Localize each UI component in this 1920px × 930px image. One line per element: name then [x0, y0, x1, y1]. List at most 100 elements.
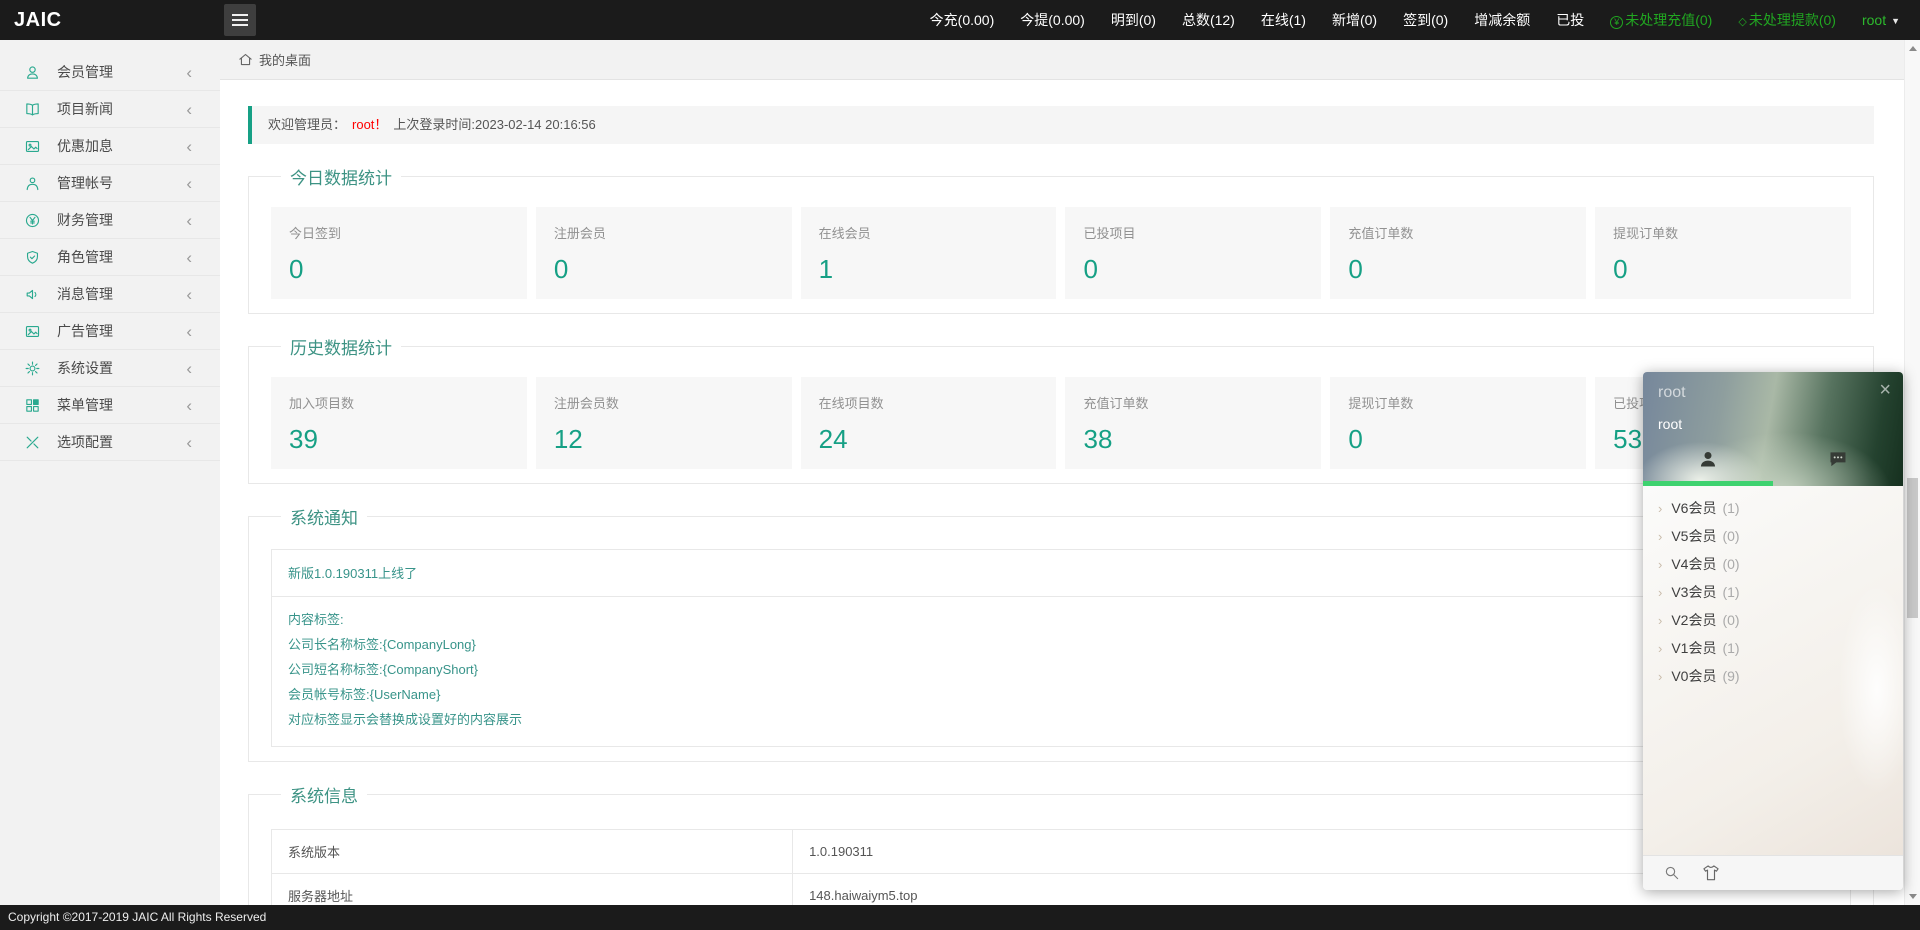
invested-link[interactable]: 已投 [1556, 10, 1584, 30]
sidebar-item-options-config[interactable]: 选项配置 ‹ [0, 424, 220, 461]
chevron-right-icon: › [1658, 529, 1663, 544]
search-icon[interactable] [1663, 864, 1681, 882]
breadcrumb: 我的桌面 [220, 40, 1904, 80]
caret-down-icon: ▼ [1891, 16, 1900, 26]
sidebar-item-label: 菜单管理 [57, 397, 113, 413]
sidebar-item-system-settings[interactable]: 系统设置 ‹ [0, 350, 220, 387]
scroll-down-arrow-icon[interactable] [1909, 894, 1917, 899]
welcome-last-login: 上次登录时间:2023-02-14 20:16:56 [393, 117, 596, 132]
chat-bubble-icon [1830, 452, 1846, 467]
sidebar-item-roles[interactable]: 角色管理 ‹ [0, 239, 220, 276]
chevron-left-icon: ‹ [186, 136, 192, 156]
sidebar-item-promotions[interactable]: 优惠加息 ‹ [0, 128, 220, 165]
chevron-right-icon: › [1658, 557, 1663, 572]
vip-group-v5[interactable]: › V5会员 (0) [1643, 522, 1903, 550]
grid-icon [26, 398, 39, 412]
diamond-icon: ◇ [1738, 16, 1747, 28]
notice-line[interactable]: 对应标签显示会替换成设置好的内容展示 [288, 707, 1834, 732]
vip-group-v6[interactable]: › V6会员 (1) [1643, 494, 1903, 522]
sidebar: 会员管理 ‹ 项目新闻 ‹ 优惠加息 ‹ 管理帐号 ‹ 财务管理 ‹ 角色管理 … [0, 40, 220, 905]
breadcrumb-item-desktop[interactable]: 我的桌面 [259, 50, 311, 69]
adjust-balance-link[interactable]: 增减余额 [1474, 10, 1530, 30]
im-user-panel: root × root › V6会员 (1) › V5会员 (0) › V4会员 (0) ›… [1643, 372, 1903, 890]
gear-icon [25, 361, 40, 375]
person-filled-icon [1700, 452, 1716, 467]
stat-card: 注册会员 0 [535, 207, 792, 299]
tools-icon [26, 436, 39, 448]
stat-total-members[interactable]: 总数(12) [1182, 10, 1235, 30]
menu-toggle-button[interactable] [224, 4, 256, 36]
notice-line[interactable]: 会员帐号标签:{UserName} [288, 682, 1834, 707]
vip-group-v2[interactable]: › V2会员 (0) [1643, 606, 1903, 634]
sidebar-item-label: 管理帐号 [57, 175, 113, 191]
notice-item: 新版1.0.190311上线了 [272, 550, 1850, 597]
sidebar-item-members[interactable]: 会员管理 ‹ [0, 54, 220, 91]
stat-card: 充值订单数 38 [1065, 377, 1322, 469]
stat-card: 加入项目数 39 [271, 377, 527, 469]
section-title: 系统通知 [290, 509, 358, 528]
chevron-right-icon: › [1658, 669, 1663, 684]
active-tab-underline [1643, 481, 1773, 486]
stat-due-tomorrow[interactable]: 明到(0) [1111, 10, 1156, 30]
stat-today-recharge[interactable]: 今充(0.00) [930, 10, 995, 30]
im-panel-body: › V6会员 (1) › V5会员 (0) › V4会员 (0) › V3会员 (1) › V2会… [1643, 486, 1903, 855]
chevron-left-icon: ‹ [186, 284, 192, 304]
stat-today-withdraw[interactable]: 今提(0.00) [1020, 10, 1085, 30]
section-system-info: 系统信息 系统版本 1.0.190311 服务器地址 148.haiwaiym5.t… [248, 782, 1874, 905]
yen-circle-icon: ¥ [1610, 16, 1624, 29]
im-panel-header: root × root [1643, 372, 1903, 486]
section-system-notice: 系统通知 新版1.0.190311上线了 内容标签: 公司长名称标签:{Comp… [248, 504, 1874, 762]
notice-line[interactable]: 公司长名称标签:{CompanyLong} [288, 632, 1834, 657]
stat-card: 在线项目数 24 [800, 377, 1057, 469]
chevron-right-icon: › [1658, 613, 1663, 628]
sidebar-item-ads[interactable]: 广告管理 ‹ [0, 313, 220, 350]
chevron-left-icon: ‹ [186, 321, 192, 341]
sidebar-item-label: 系统设置 [57, 360, 113, 376]
stat-card: 提现订单数 0 [1595, 207, 1851, 299]
vip-group-v4[interactable]: › V4会员 (0) [1643, 550, 1903, 578]
welcome-username: root！ [352, 117, 388, 132]
stat-card: 在线会员 1 [800, 207, 1057, 299]
im-panel-title: root [1658, 384, 1686, 401]
stat-online[interactable]: 在线(1) [1261, 10, 1306, 30]
im-username: root [1658, 416, 1683, 432]
page-scrollbar[interactable] [1904, 40, 1920, 905]
chevron-right-icon: › [1658, 585, 1663, 600]
notice-line[interactable]: 公司短名称标签:{CompanyShort} [288, 657, 1834, 682]
notice-link[interactable]: 新版1.0.190311上线了 [288, 566, 417, 581]
chevron-left-icon: ‹ [186, 358, 192, 378]
tab-chats[interactable] [1773, 449, 1903, 474]
shield-check-icon [26, 250, 39, 264]
sidebar-item-finance[interactable]: 财务管理 ‹ [0, 202, 220, 239]
person-icon [26, 65, 39, 79]
scrollbar-thumb[interactable] [1907, 478, 1918, 618]
table-row: 服务器地址 148.haiwaiym5.top [270, 873, 1851, 905]
yen-circle-icon [25, 213, 40, 227]
chevron-left-icon: ‹ [186, 173, 192, 193]
pending-recharge-link[interactable]: ¥ 未处理充值(0) [1610, 10, 1712, 30]
sidebar-item-messages[interactable]: 消息管理 ‹ [0, 276, 220, 313]
welcome-prefix: 欢迎管理员： [268, 117, 347, 132]
chevron-left-icon: ‹ [186, 432, 192, 452]
notice-line[interactable]: 内容标签: [288, 607, 1834, 632]
notice-item: 内容标签: 公司长名称标签:{CompanyLong} 公司短名称标签:{Com… [272, 597, 1850, 746]
sidebar-item-label: 选项配置 [57, 434, 113, 450]
vip-group-v3[interactable]: › V3会员 (1) [1643, 578, 1903, 606]
sidebar-item-news[interactable]: 项目新闻 ‹ [0, 91, 220, 128]
tab-contacts[interactable] [1643, 449, 1773, 474]
sidebar-item-admin-accounts[interactable]: 管理帐号 ‹ [0, 165, 220, 202]
chevron-left-icon: ‹ [186, 62, 192, 82]
stat-new[interactable]: 新增(0) [1332, 10, 1377, 30]
sidebar-item-menu-management[interactable]: 菜单管理 ‹ [0, 387, 220, 424]
vip-group-v1[interactable]: › V1会员 (1) [1643, 634, 1903, 662]
scroll-up-arrow-icon[interactable] [1909, 46, 1917, 51]
sidebar-item-label: 优惠加息 [57, 138, 113, 154]
stat-signin[interactable]: 签到(0) [1403, 10, 1448, 30]
pending-withdraw-link[interactable]: ◇ 未处理提款(0) [1738, 10, 1836, 30]
chevron-left-icon: ‹ [186, 210, 192, 230]
close-icon[interactable]: × [1879, 376, 1891, 404]
user-menu[interactable]: root ▼ [1862, 12, 1900, 28]
tshirt-skin-icon[interactable] [1701, 863, 1721, 883]
vip-group-v0[interactable]: › V0会员 (9) [1643, 662, 1903, 690]
sidebar-item-label: 角色管理 [57, 249, 113, 265]
